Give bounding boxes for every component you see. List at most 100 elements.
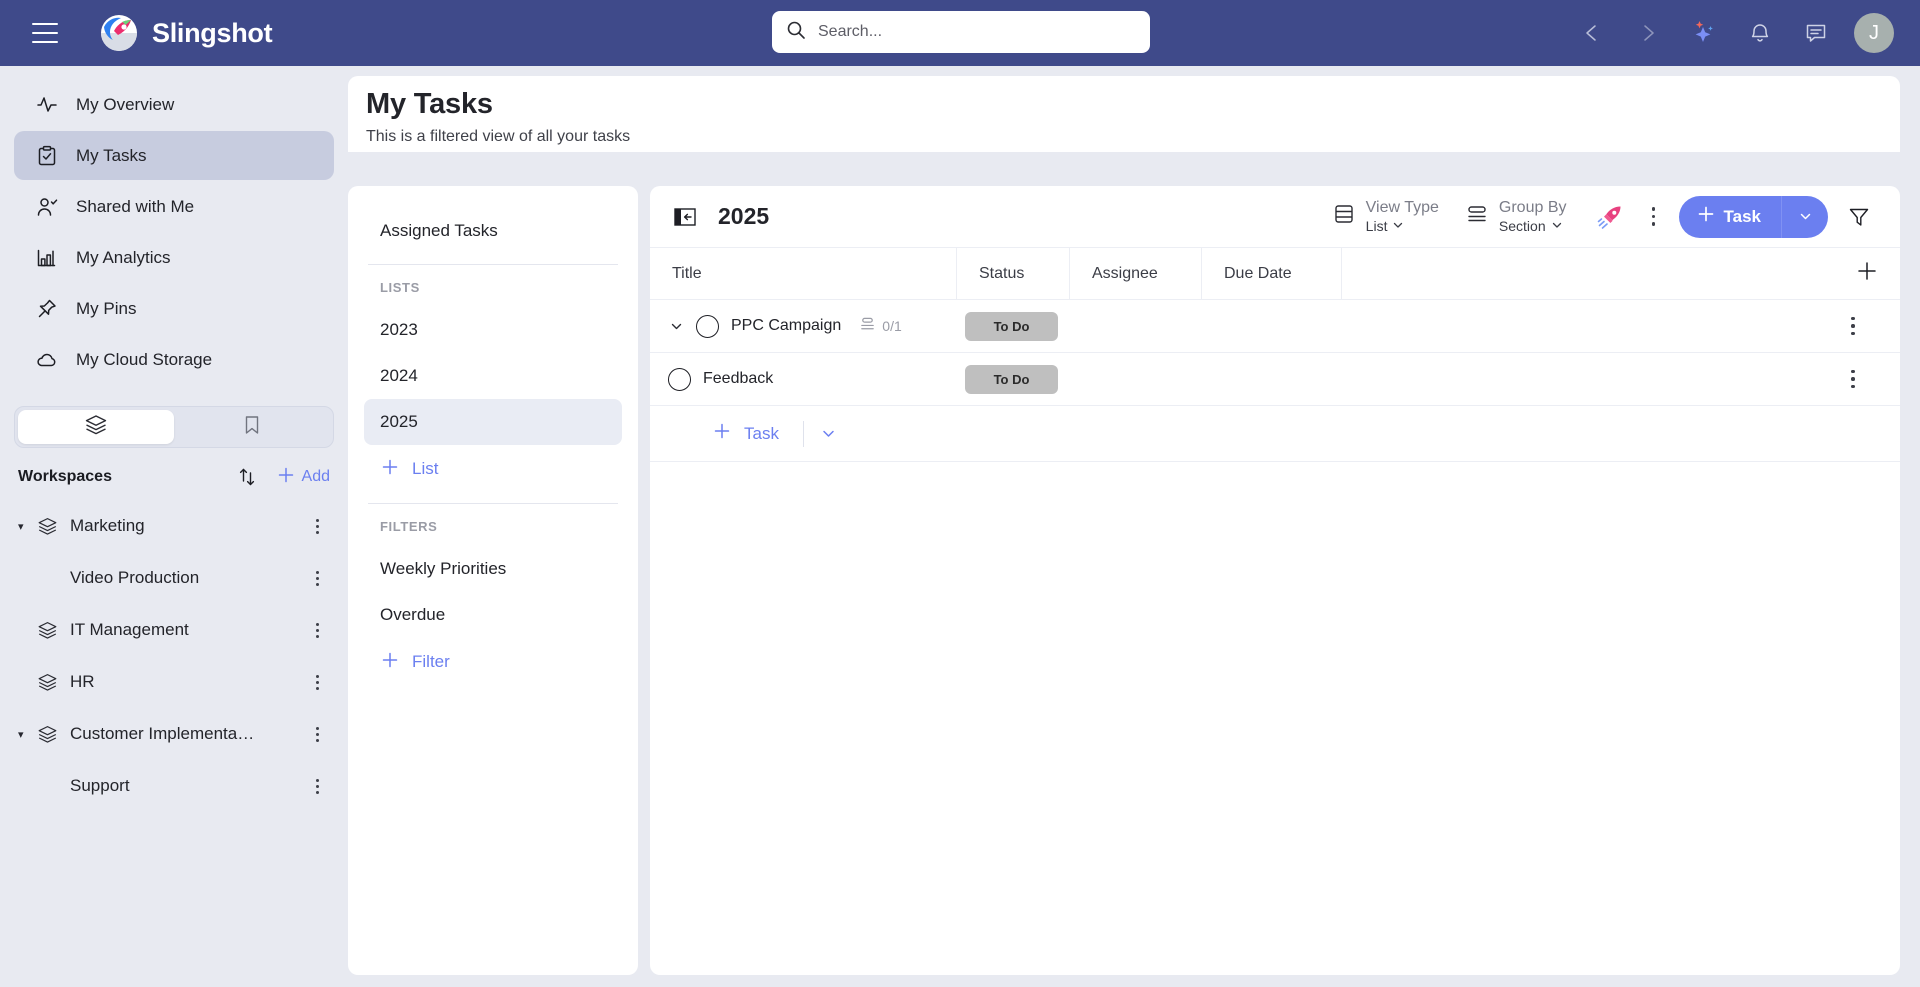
column-header-title[interactable]: Title [650, 248, 957, 299]
view-type-text: View Type List [1366, 199, 1439, 235]
sidebar-label: My Overview [76, 94, 175, 114]
workspace-menu-icon[interactable] [308, 570, 326, 586]
filter-item-overdue[interactable]: Overdue [364, 592, 622, 638]
subtask-count: 0/1 [859, 316, 902, 336]
task-complete-checkbox[interactable] [696, 314, 719, 338]
column-header-status[interactable]: Status [957, 248, 1070, 299]
toolbar-more-menu-icon[interactable] [1641, 207, 1667, 226]
sidebar-item-my-analytics[interactable]: My Analytics [14, 233, 334, 282]
task-title[interactable]: PPC Campaign [731, 317, 841, 335]
subtask-icon [859, 316, 876, 336]
view-type-control[interactable]: View Type List [1332, 199, 1439, 235]
column-header-assignee[interactable]: Assignee [1070, 248, 1202, 299]
task-due-date-cell[interactable] [1202, 300, 1342, 353]
add-list-button[interactable]: List [364, 445, 622, 493]
filter-item-weekly-priorities[interactable]: Weekly Priorities [364, 546, 622, 592]
workspace-item-customer-implementation[interactable]: ▾ Customer Implementa… [0, 708, 348, 760]
sidebar-label: Shared with Me [76, 196, 195, 216]
pin-icon [36, 298, 58, 320]
page-header: My Tasks This is a filtered view of all … [348, 76, 1900, 152]
task-assignee-cell[interactable] [1070, 353, 1202, 406]
row-menu-icon[interactable] [1840, 369, 1866, 389]
chat-icon[interactable] [1788, 0, 1844, 66]
tasks-panel: 2025 View Type List Group By Section Tas… [650, 186, 1900, 975]
sidebar-item-my-overview[interactable]: My Overview [14, 80, 334, 129]
page-title: My Tasks [366, 88, 493, 120]
table-row[interactable]: PPC Campaign 0/1 To Do [650, 300, 1900, 353]
group-by-control[interactable]: Group By Section [1465, 199, 1567, 235]
workspace-menu-icon[interactable] [308, 518, 326, 534]
workspace-item-support[interactable]: Support [0, 760, 348, 812]
task-complete-checkbox[interactable] [668, 367, 691, 391]
list-item-2023[interactable]: 2023 [364, 307, 622, 353]
sidebar-item-my-pins[interactable]: My Pins [14, 284, 334, 333]
table-row[interactable]: Feedback To Do [650, 353, 1900, 406]
bell-icon[interactable] [1732, 0, 1788, 66]
add-task-inline-dropdown-icon[interactable] [820, 425, 837, 442]
sidebar-view-toggle [14, 406, 334, 448]
sort-arrows-icon[interactable] [232, 466, 262, 488]
workspace-menu-icon[interactable] [308, 726, 326, 742]
group-by-text: Group By Section [1499, 199, 1567, 235]
avatar[interactable]: J [1854, 13, 1894, 53]
caret-down-icon[interactable]: ▾ [18, 728, 34, 741]
workspace-item-video-production[interactable]: Video Production [0, 552, 348, 604]
workspaces-header: Workspaces Add [0, 454, 348, 500]
sidebar-item-shared-with-me[interactable]: Shared with Me [14, 182, 334, 231]
activity-pulse-icon [36, 94, 58, 116]
workspace-item-marketing[interactable]: ▾ Marketing [0, 500, 348, 552]
forward-button[interactable] [1620, 0, 1676, 66]
workspace-label: Support [70, 776, 130, 795]
cloud-icon [36, 349, 58, 371]
sidebar-item-my-tasks[interactable]: My Tasks [14, 131, 334, 180]
layers-icon [34, 620, 60, 641]
workspace-menu-icon[interactable] [308, 674, 326, 690]
brand[interactable]: Slingshot [100, 14, 273, 52]
expand-chevron-icon[interactable] [668, 319, 684, 334]
lists-section-header: LISTS [380, 279, 420, 295]
add-task-main[interactable]: Task [1679, 205, 1782, 228]
list-item-2025[interactable]: 2025 [364, 399, 622, 445]
workspace-menu-icon[interactable] [308, 778, 326, 794]
plus-icon [380, 650, 400, 675]
column-header-due-date[interactable]: Due Date [1202, 248, 1342, 299]
status-badge[interactable]: To Do [965, 364, 1058, 394]
tab-bookmarks[interactable] [174, 410, 330, 444]
add-workspace-button[interactable]: Add [276, 465, 330, 490]
task-due-date-cell[interactable] [1202, 353, 1342, 406]
add-task-dropdown[interactable] [1782, 209, 1828, 224]
tab-workspaces[interactable] [18, 410, 174, 444]
layers-icon [34, 516, 60, 537]
assigned-tasks-item[interactable]: Assigned Tasks [364, 208, 622, 254]
tasks-toolbar: 2025 View Type List Group By Section Tas… [650, 186, 1900, 248]
sparkles-icon[interactable] [1676, 0, 1732, 66]
sidebar-item-my-cloud-storage[interactable]: My Cloud Storage [14, 335, 334, 384]
add-column-icon[interactable] [1856, 260, 1878, 287]
row-menu-icon[interactable] [1840, 316, 1866, 336]
list-item-2024[interactable]: 2024 [364, 353, 622, 399]
workspace-item-hr[interactable]: HR [0, 656, 348, 708]
search-bar[interactable] [772, 11, 1150, 53]
workspace-menu-icon[interactable] [308, 622, 326, 638]
funnel-filter-icon[interactable] [1836, 205, 1882, 229]
workspace-item-it-management[interactable]: IT Management [0, 604, 348, 656]
task-status-cell: To Do [957, 353, 1070, 406]
rocket-icon[interactable] [1593, 203, 1627, 231]
caret-down-icon[interactable]: ▾ [18, 520, 34, 533]
task-title[interactable]: Feedback [703, 370, 773, 388]
task-assignee-cell[interactable] [1070, 300, 1202, 353]
add-filter-button[interactable]: Filter [364, 638, 622, 686]
slingshot-rocket-logo [100, 14, 138, 52]
task-title-cell: Feedback [650, 353, 957, 406]
search-icon [786, 20, 806, 45]
search-input[interactable] [818, 23, 1136, 41]
back-button[interactable] [1564, 0, 1620, 66]
hamburger-menu-icon[interactable] [32, 23, 58, 43]
divider [368, 503, 618, 504]
collapse-panel-icon[interactable] [672, 204, 698, 230]
add-task-button[interactable]: Task [1678, 195, 1828, 238]
status-badge[interactable]: To Do [965, 311, 1058, 341]
add-task-inline-button[interactable]: Task [712, 421, 779, 446]
plus-icon [276, 465, 296, 490]
user-check-icon [36, 196, 58, 218]
